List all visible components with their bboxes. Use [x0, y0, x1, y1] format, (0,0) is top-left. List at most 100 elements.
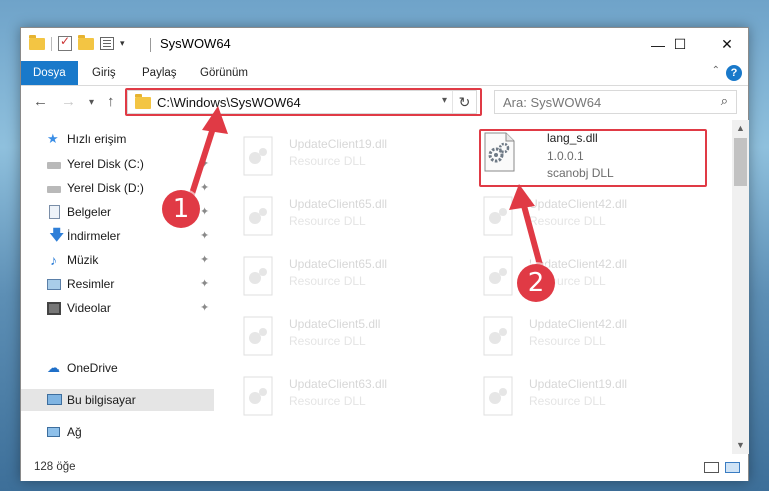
large-icons-view-icon[interactable]: [725, 462, 740, 473]
file-item[interactable]: UpdateClient42.dll Resource DLL: [457, 308, 685, 364]
sidebar-item-downloads[interactable]: 🡇 İndirmeler ✦: [21, 225, 214, 247]
star-icon: ★: [47, 131, 59, 146]
pin-icon[interactable]: ✦: [200, 273, 209, 295]
file-highlight-box: [479, 129, 707, 187]
file-description: Resource DLL: [289, 394, 366, 408]
ribbon-tabs: Dosya Giriş Paylaş Görünüm ⌃ ?: [21, 61, 748, 86]
dll-file-icon: [483, 376, 513, 416]
customize-toolbar-icon[interactable]: ▾: [120, 38, 125, 49]
back-button[interactable]: ←: [33, 93, 48, 110]
tab-file[interactable]: Dosya: [21, 61, 78, 85]
file-description: Resource DLL: [289, 154, 366, 168]
tab-view[interactable]: Görünüm: [200, 61, 248, 85]
tab-home[interactable]: Giriş: [92, 61, 116, 85]
search-icon[interactable]: ⌕: [721, 93, 728, 109]
sidebar-item-label: İndirmeler: [67, 229, 121, 243]
title-divider: [150, 38, 151, 52]
sidebar-item-videos[interactable]: Videolar ✦: [21, 297, 214, 319]
search-placeholder[interactable]: Ara: SysWOW64: [503, 95, 601, 110]
scroll-down-icon[interactable]: ▼: [732, 437, 749, 454]
file-item[interactable]: UpdateClient5.dll Resource DLL: [217, 308, 445, 364]
new-folder-icon[interactable]: [78, 34, 94, 50]
dll-file-icon: [243, 316, 273, 356]
scroll-up-icon[interactable]: ▲: [732, 120, 749, 137]
details-view-icon[interactable]: [704, 462, 719, 473]
view-icon[interactable]: [100, 37, 114, 50]
sidebar-item-network[interactable]: Ağ: [21, 421, 214, 443]
file-description: Resource DLL: [289, 274, 366, 288]
file-name: UpdateClient5.dll: [289, 317, 381, 331]
pin-icon[interactable]: ✦: [200, 297, 209, 319]
download-icon: 🡇: [49, 227, 65, 244]
sidebar-item-label: Yerel Disk (D:): [67, 181, 144, 195]
pin-icon[interactable]: ✦: [200, 225, 209, 247]
status-bar: 128 öğe: [21, 454, 748, 481]
dll-file-icon: [243, 376, 273, 416]
sidebar-item-this-pc[interactable]: Bu bilgisayar: [21, 389, 214, 411]
sidebar-item-label: Yerel Disk (C:): [67, 157, 144, 171]
file-description: Resource DLL: [289, 214, 366, 228]
sidebar-item-label: OneDrive: [67, 361, 118, 375]
close-button[interactable]: ✕: [704, 28, 750, 61]
file-item[interactable]: UpdateClient65.dll Resource DLL: [217, 188, 445, 244]
sidebar-item-pictures[interactable]: Resimler ✦: [21, 273, 214, 295]
sidebar-item-onedrive[interactable]: ☁ OneDrive: [21, 357, 214, 379]
file-description: Resource DLL: [529, 394, 606, 408]
file-name: UpdateClient19.dll: [529, 377, 628, 391]
forward-button[interactable]: →: [61, 93, 76, 110]
navigation-bar: ← → ▾ ↑ C:\Windows\SysWOW64 ▾ ↻ Ara: Sys…: [21, 87, 748, 119]
collapse-ribbon-icon[interactable]: ⌃: [712, 65, 720, 76]
documents-icon: [49, 205, 60, 219]
dll-file-icon: [243, 256, 273, 296]
file-item[interactable]: UpdateClient19.dll Resource DLL: [217, 128, 445, 184]
sidebar-item-music[interactable]: ♪ Müzik ✦: [21, 249, 214, 271]
sidebar-item-label: Müzik: [67, 253, 99, 267]
file-item[interactable]: UpdateClient42.dll Resource DLL: [457, 248, 685, 304]
music-icon: ♪: [50, 252, 57, 268]
file-item[interactable]: UpdateClient65.dll Resource DLL: [217, 248, 445, 304]
pin-icon[interactable]: ✦: [200, 249, 209, 271]
drive-icon: [47, 186, 61, 193]
pictures-icon: [47, 279, 61, 290]
up-button[interactable]: ↑: [107, 93, 115, 110]
sidebar-item-label: Belgeler: [67, 205, 112, 219]
scroll-thumb[interactable]: [734, 138, 747, 186]
title-bar: ▾ SysWOW64 — ☐ ✕: [21, 28, 748, 61]
sidebar-item-label: Hızlı erişim: [67, 132, 127, 146]
search-box[interactable]: Ara: SysWOW64 ⌕: [494, 90, 737, 114]
file-name: UpdateClient19.dll: [289, 137, 388, 151]
folder-icon: [29, 34, 45, 50]
file-item[interactable]: UpdateClient19.dll Resource DLL: [457, 368, 685, 424]
toolbar-divider: [51, 36, 52, 51]
properties-icon[interactable]: [58, 34, 72, 51]
cloud-icon: ☁: [47, 360, 60, 375]
help-icon[interactable]: ?: [726, 65, 742, 81]
dll-file-icon: [483, 316, 513, 356]
window-title: SysWOW64: [160, 36, 231, 51]
item-count: 128 öğe: [34, 461, 76, 473]
file-description: Resource DLL: [529, 334, 606, 348]
explorer-window: ▾ SysWOW64 — ☐ ✕ Dosya Giriş Paylaş Görü…: [20, 27, 749, 481]
video-icon: [47, 302, 61, 315]
dll-file-icon: [243, 196, 273, 236]
sidebar-item-label: Resimler: [67, 277, 115, 291]
dll-file-icon: [243, 136, 273, 176]
recent-locations-button[interactable]: ▾: [89, 97, 94, 108]
drive-icon: [47, 162, 61, 169]
vertical-scrollbar[interactable]: ▲ ▼: [732, 120, 749, 454]
file-name: UpdateClient63.dll: [289, 377, 388, 391]
file-name: UpdateClient42.dll: [529, 317, 628, 331]
sidebar-item-label: Ağ: [67, 425, 82, 439]
maximize-button[interactable]: ☐: [658, 28, 702, 61]
file-item[interactable]: UpdateClient42.dll Resource DLL: [457, 188, 685, 244]
step-2-badge: 2: [517, 264, 555, 302]
file-name: UpdateClient65.dll: [289, 197, 388, 211]
sidebar-item-label: Bu bilgisayar: [67, 393, 136, 407]
file-item[interactable]: UpdateClient63.dll Resource DLL: [217, 368, 445, 424]
file-description: Resource DLL: [289, 334, 366, 348]
sidebar-item-label: Videolar: [67, 301, 111, 315]
step-1-badge: 1: [162, 190, 200, 228]
computer-icon: [47, 394, 62, 405]
network-icon: [47, 427, 60, 437]
tab-share[interactable]: Paylaş: [142, 61, 177, 85]
